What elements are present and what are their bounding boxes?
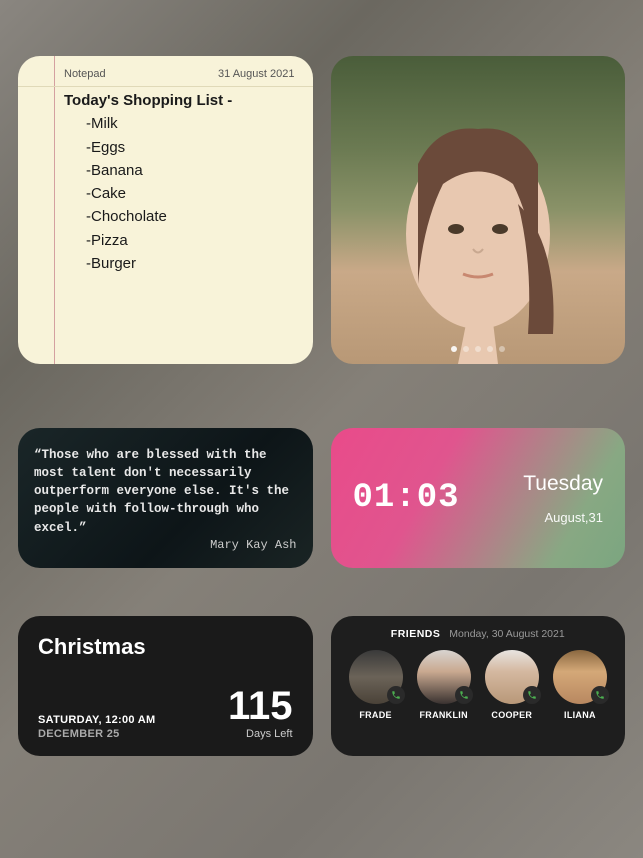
clock-date: August,31 xyxy=(523,510,603,525)
phone-icon[interactable] xyxy=(455,686,473,704)
friends-date: Monday, 30 August 2021 xyxy=(449,628,564,640)
photo-page-dots[interactable] xyxy=(451,346,505,352)
countdown-day-time: SATURDAY, 12:00 AM xyxy=(38,714,155,726)
friends-list: FRADE FRANKLIN COOPER ILIANA xyxy=(345,650,612,720)
clock-day: Tuesday xyxy=(523,472,603,496)
page-dot[interactable] xyxy=(499,346,505,352)
friend-item[interactable]: FRADE xyxy=(349,650,403,720)
quote-text: “Those who are blessed with the most tal… xyxy=(34,446,297,537)
friend-name: FRADE xyxy=(359,710,392,720)
page-dot[interactable] xyxy=(451,346,457,352)
countdown-event: Christmas xyxy=(38,634,293,660)
photo-widget[interactable] xyxy=(331,56,626,364)
friend-name: COOPER xyxy=(491,710,532,720)
friend-item[interactable]: COOPER xyxy=(485,650,539,720)
notepad-item: -Chocholate xyxy=(86,205,295,228)
friend-item[interactable]: FRANKLIN xyxy=(417,650,471,720)
clock-time: 01:03 xyxy=(353,479,460,517)
phone-icon[interactable] xyxy=(591,686,609,704)
phone-icon[interactable] xyxy=(387,686,405,704)
notepad-item: -Eggs xyxy=(86,136,295,159)
page-dot[interactable] xyxy=(475,346,481,352)
countdown-days-label: Days Left xyxy=(228,728,293,740)
notepad-date: 31 August 2021 xyxy=(218,68,294,80)
friend-item[interactable]: ILIANA xyxy=(553,650,607,720)
quote-widget[interactable]: “Those who are blessed with the most tal… xyxy=(18,428,313,568)
quote-author: Mary Kay Ash xyxy=(34,537,297,554)
notepad-item: -Cake xyxy=(86,182,295,205)
avatar xyxy=(485,650,539,704)
notepad-title: Today's Shopping List - xyxy=(64,89,295,112)
notepad-item: -Banana xyxy=(86,159,295,182)
person-photo xyxy=(378,104,578,364)
notepad-items: -Milk-Eggs-Banana-Cake-Chocholate-Pizza-… xyxy=(64,112,295,275)
phone-icon[interactable] xyxy=(523,686,541,704)
friend-name: FRANKLIN xyxy=(419,710,467,720)
notepad-item: -Burger xyxy=(86,252,295,275)
friends-title: FRIENDS xyxy=(391,628,441,640)
notepad-item: -Milk xyxy=(86,112,295,135)
clock-widget[interactable]: 01:03 Tuesday August,31 xyxy=(331,428,626,568)
countdown-widget[interactable]: Christmas SATURDAY, 12:00 AM DECEMBER 25… xyxy=(18,616,313,756)
avatar xyxy=(349,650,403,704)
countdown-days: 115 xyxy=(228,686,293,726)
countdown-date: DECEMBER 25 xyxy=(38,728,155,740)
notepad-item: -Pizza xyxy=(86,229,295,252)
page-dot[interactable] xyxy=(487,346,493,352)
friends-widget[interactable]: FRIENDS Monday, 30 August 2021 FRADE FRAN… xyxy=(331,616,626,756)
notepad-widget[interactable]: Notepad 31 August 2021 Today's Shopping … xyxy=(18,56,313,364)
notepad-app-label: Notepad xyxy=(64,68,106,80)
avatar xyxy=(417,650,471,704)
avatar xyxy=(553,650,607,704)
friend-name: ILIANA xyxy=(564,710,596,720)
page-dot[interactable] xyxy=(463,346,469,352)
